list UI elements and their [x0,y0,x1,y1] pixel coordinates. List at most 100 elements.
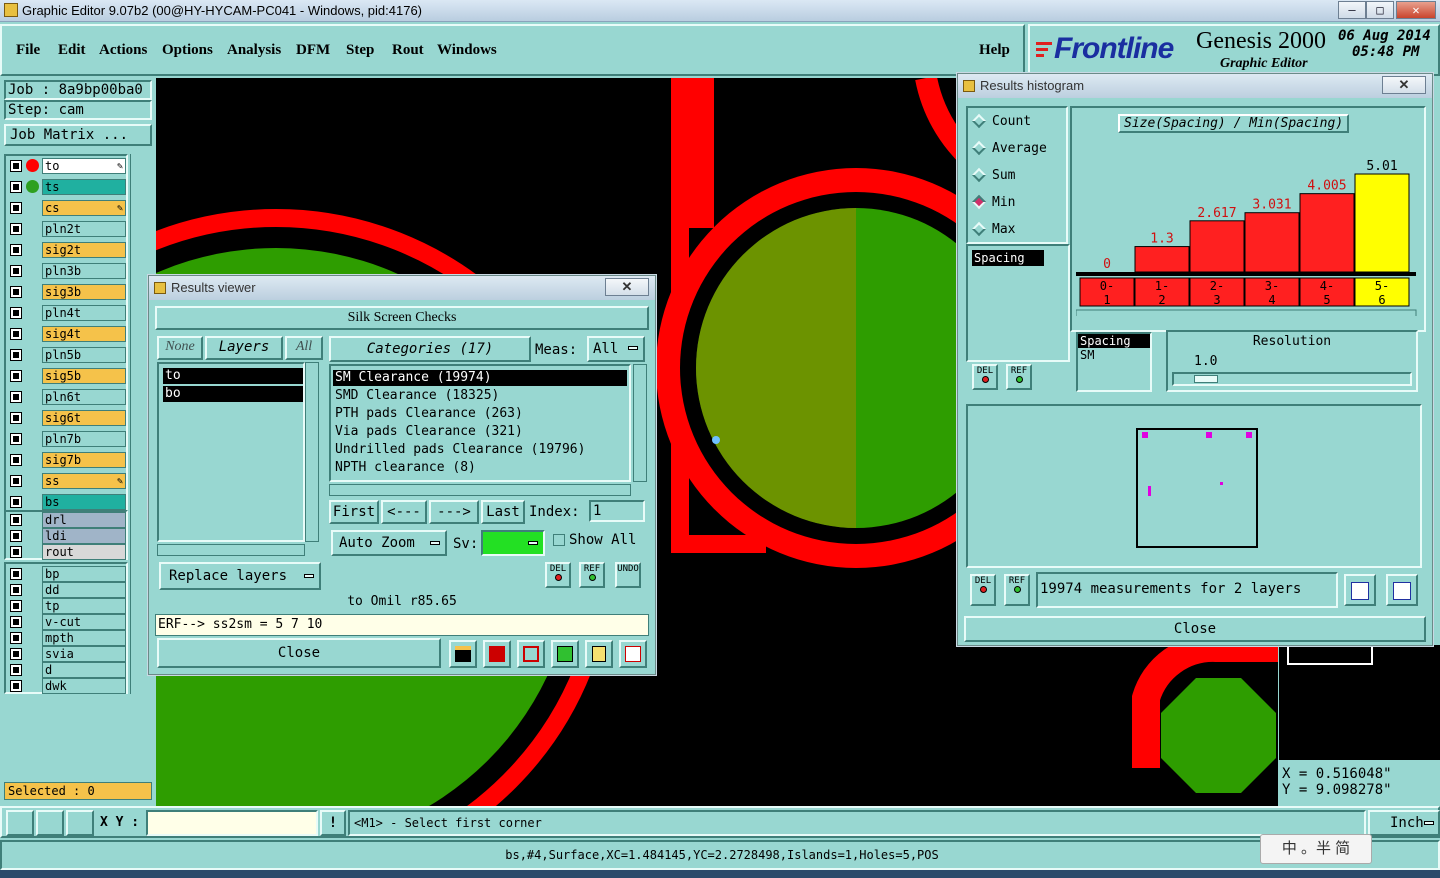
layer-row-pln3b[interactable]: pln3b [8,263,126,279]
layer-row-sig6t[interactable]: sig6t [8,410,126,426]
layer-checkbox[interactable] [10,286,22,298]
first-button[interactable]: First [329,500,379,524]
menu-analysis[interactable]: Analysis [227,42,281,59]
layer-checkbox[interactable] [10,616,22,628]
layer-checkbox[interactable] [10,648,22,660]
layer-name[interactable]: pln4t [42,305,126,321]
prev-button[interactable]: <--- [381,500,427,524]
layer-row-ts[interactable]: ts [8,179,126,195]
layer-checkbox[interactable] [10,454,22,466]
hist-ref-button-2[interactable]: REF [1004,574,1030,606]
layer-checkbox[interactable] [10,370,22,382]
layer-item-to[interactable]: to [163,368,303,384]
layer-name[interactable]: dd [42,582,126,598]
chart-export-icon-1[interactable] [1344,574,1376,606]
layer-checkbox[interactable] [10,600,22,612]
job-matrix-button[interactable]: Job Matrix ... [4,124,152,146]
hist-del-button-2[interactable]: DEL [970,574,996,606]
layer-name[interactable]: sig7b [42,452,126,468]
layer-row-tp[interactable]: tp [8,598,126,614]
layer-name[interactable]: sig4t [42,326,126,342]
layer-row-sig5b[interactable]: sig5b [8,368,126,384]
alert-button[interactable]: ! [320,810,346,836]
layer-row-pln2t[interactable]: pln2t [8,221,126,237]
mode-radio-count[interactable]: Count [971,112,1066,132]
layer-checkbox[interactable] [10,391,22,403]
layer-checkbox[interactable] [10,584,22,596]
layer-row-bp[interactable]: bp [8,566,126,582]
layer-checkbox[interactable] [10,181,22,193]
menu-file[interactable]: File [16,42,40,59]
category-item[interactable]: NPTH clearance (8) [333,460,627,476]
units-dropdown[interactable]: Inch [1368,810,1440,836]
layer-row-dwk[interactable]: dwk [8,678,126,694]
layer-name[interactable]: d [42,662,126,678]
field-item-spacing[interactable]: Spacing [972,250,1044,266]
layer-row-mpth[interactable]: mpth [8,630,126,646]
layer-row-svia[interactable]: svia [8,646,126,662]
category-list-vscroll[interactable] [633,364,647,482]
chart-export-icon-2[interactable] [1386,574,1418,606]
results-viewer-close-x[interactable]: ✕ [605,278,649,296]
layer-checkbox[interactable] [10,680,22,692]
histogram-close-x[interactable]: ✕ [1382,76,1426,94]
none-button[interactable]: None [157,336,203,360]
scatter-preview-box[interactable] [1136,428,1258,548]
layer-row-v-cut[interactable]: v-cut [8,614,126,630]
category-item[interactable]: Undrilled pads Clearance (19796) [333,442,627,458]
category-list[interactable]: SM Clearance (19974) SMD Clearance (18325… [329,364,631,482]
field-list-2[interactable]: Spacing SM [1076,332,1152,392]
field2-item-sm[interactable]: SM [1078,348,1150,362]
layer-row-dd[interactable]: dd [8,582,126,598]
layer-list-vscroll[interactable] [305,362,319,542]
layer-name[interactable]: dwk [42,678,126,694]
layer-name[interactable]: pln6t [42,389,126,405]
layer-select-list[interactable]: to bo [157,362,305,542]
category-item[interactable]: Via pads Clearance (321) [333,424,627,440]
maximize-button[interactable]: □ [1366,1,1394,19]
layer-checkbox[interactable] [10,412,22,424]
del-button[interactable]: DEL [545,562,571,588]
layer-row-ldi[interactable]: ldi [8,528,126,544]
layer-checkbox[interactable] [10,307,22,319]
layer-row-d[interactable]: d [8,662,126,678]
results-viewer-close-button[interactable]: Close [157,638,441,668]
menu-actions[interactable]: Actions [99,42,147,59]
histogram-bar-3[interactable] [1244,212,1300,273]
menu-rout[interactable]: Rout [392,42,424,59]
layer-row-pln4t[interactable]: pln4t [8,305,126,321]
layer-row-ss[interactable]: ss ✎ [8,473,126,489]
layer-name[interactable]: drl [42,512,126,528]
histogram-close-button[interactable]: Close [964,616,1426,642]
layer-name[interactable]: mpth [42,630,126,646]
layer-row-cs[interactable]: cs ✎ [8,200,126,216]
layer-checkbox[interactable] [10,546,22,558]
category-item[interactable]: SM Clearance (19974) [333,370,627,386]
tool-icon-2[interactable] [483,640,511,668]
layer-color-dot-icon[interactable] [26,180,39,193]
layer-name[interactable]: to ✎ [42,158,126,174]
layer-name[interactable]: rout [42,544,126,560]
grid-tool-icon[interactable] [66,810,94,836]
layer-checkbox[interactable] [10,496,22,508]
layer-checkbox[interactable] [10,160,22,172]
tool-icon-3[interactable] [517,640,545,668]
field-list-1[interactable]: Spacing [966,244,1070,390]
layer-checkbox[interactable] [10,265,22,277]
all-button[interactable]: All [285,336,323,360]
measure-tool-icon[interactable] [36,810,64,836]
layer-name[interactable]: pln2t [42,221,126,237]
layer-checkbox[interactable] [10,244,22,256]
tool-icon-5[interactable] [585,640,613,668]
layer-row-to[interactable]: to ✎ [8,158,126,174]
layer-checkbox[interactable] [10,223,22,235]
histogram-bar-4[interactable] [1299,193,1355,273]
layer-list-hscroll[interactable] [157,544,305,556]
mode-radio-average[interactable]: Average [971,139,1066,159]
layer-item-bo[interactable]: bo [163,386,303,402]
category-item[interactable]: SMD Clearance (18325) [333,388,627,404]
layer-checkbox[interactable] [10,433,22,445]
last-button[interactable]: Last [481,500,525,524]
layer-row-sig7b[interactable]: sig7b [8,452,126,468]
close-window-button[interactable]: ✕ [1396,1,1436,19]
